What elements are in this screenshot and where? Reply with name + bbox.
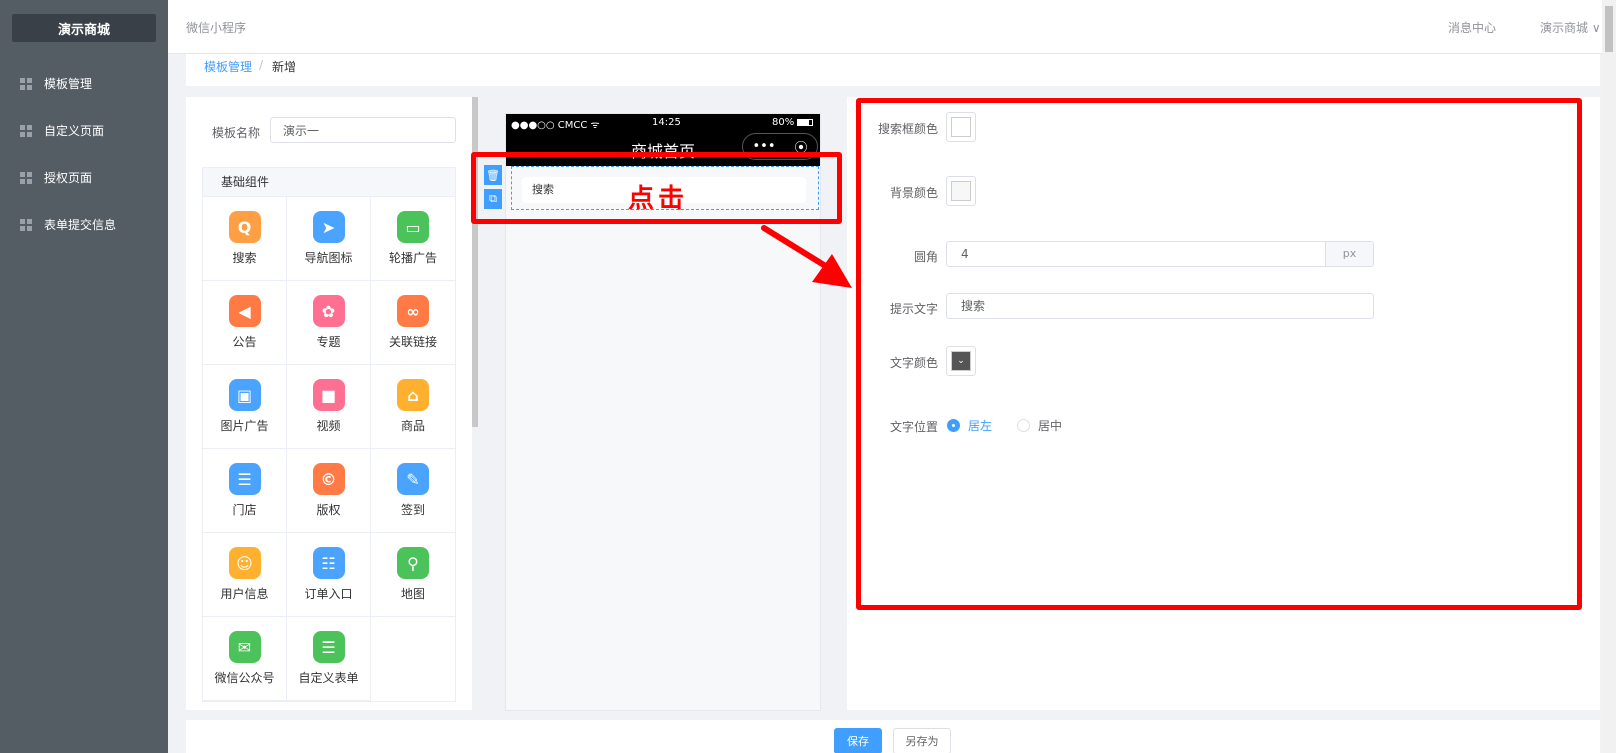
sidebar: 演示商城 模板管理 自定义页面 授权页面 表单提交信息 [0, 0, 168, 753]
component-wechat[interactable]: ✉ 微信公众号 [203, 617, 287, 701]
component-announcement[interactable]: ◀ 公告 [203, 281, 287, 365]
component-store[interactable]: ☰ 门店 [203, 449, 287, 533]
component-label: 地图 [400, 587, 425, 601]
carousel-icon: ▭ [397, 211, 429, 243]
component-label: 门店 [232, 503, 257, 517]
component-label: 视频 [316, 419, 341, 433]
component-grid: Q 搜索 ➤ 导航图标 ▭ 轮播广告 ◀ 公告 ✿ 专题 ∞ 关联链接 ▣ 图片广告 ■ 视频 ⌂ 商品 ☰ 门店 © 版… [203, 197, 455, 701]
component-image-ad[interactable]: ▣ 图片广告 [203, 365, 287, 449]
logo: 演示商城 [12, 14, 156, 42]
annotation-highlight-properties [856, 98, 1582, 610]
image-ad-icon: ▣ [228, 379, 261, 411]
component-topic[interactable]: ✿ 专题 [287, 281, 371, 365]
component-order[interactable]: ☷ 订单入口 [287, 533, 371, 617]
component-label: 关联链接 [388, 335, 437, 349]
search-icon: Q [228, 211, 261, 243]
annotation-arrow-icon [761, 225, 852, 288]
component-label: 轮播广告 [388, 251, 437, 265]
wechat-icon: ✉ [228, 631, 261, 663]
custom-form-icon: ☰ [312, 631, 345, 663]
battery-icon [797, 119, 814, 126]
sidebar-menu: 模板管理 自定义页面 授权页面 表单提交信息 [0, 60, 168, 248]
template-name-label: 模板名称 [212, 126, 261, 140]
user-info-icon: ☺ [228, 547, 261, 579]
component-carousel[interactable]: ▭ 轮播广告 [371, 197, 455, 281]
template-name-input[interactable] [270, 117, 456, 143]
component-label: 搜索 [232, 251, 257, 265]
component-label: 签到 [400, 503, 425, 517]
navigation-icon: ➤ [312, 211, 345, 243]
panel-scrollbar[interactable] [472, 97, 478, 427]
component-label: 图片广告 [220, 419, 269, 433]
sidebar-item-form-submissions[interactable]: 表单提交信息 [0, 201, 168, 248]
clock-text: 14:25 [652, 117, 681, 128]
grid-icon [20, 124, 32, 137]
user-menu-dropdown[interactable]: 演示商城 ∨ [1540, 19, 1601, 36]
component-label: 自定义表单 [298, 671, 359, 685]
component-group: 基础组件 Q 搜索 ➤ 导航图标 ▭ 轮播广告 ◀ 公告 ✿ 专题 ∞ 关联链接 ▣ 图片广告 ■ 视频 ⌂ 商品… [202, 167, 456, 702]
breadcrumb: 模板管理 / 新增 [186, 54, 1600, 86]
message-center-link[interactable]: 消息中心 [1448, 19, 1496, 36]
component-label: 导航图标 [304, 251, 353, 265]
annotation-click-label: 点击 [628, 184, 689, 214]
component-label: 公告 [232, 335, 257, 349]
save-button[interactable]: 保存 [834, 728, 882, 753]
save-as-button[interactable]: 另存为 [893, 728, 951, 753]
breadcrumb-template-manage[interactable]: 模板管理 [204, 58, 252, 75]
component-label: 用户信息 [220, 587, 269, 601]
component-goods[interactable]: ⌂ 商品 [371, 365, 455, 449]
component-map[interactable]: ⚲ 地图 [371, 533, 455, 617]
map-icon: ⚲ [397, 547, 429, 579]
component-user-info[interactable]: ☺ 用户信息 [203, 533, 287, 617]
component-label: 订单入口 [304, 587, 353, 601]
component-group-title: 基础组件 [203, 168, 455, 197]
link-icon: ∞ [397, 295, 429, 327]
page-scrollbar[interactable] [1602, 0, 1616, 753]
battery-indicator: 80% [772, 117, 814, 128]
component-label: 微信公众号 [214, 671, 275, 685]
sidebar-item-template-manage[interactable]: 模板管理 [0, 60, 168, 107]
sidebar-item-label: 模板管理 [44, 77, 93, 91]
breadcrumb-current: 新增 [272, 60, 297, 74]
signin-icon: ✎ [397, 463, 429, 495]
sidebar-item-label: 表单提交信息 [44, 218, 117, 232]
component-signin[interactable]: ✎ 签到 [371, 449, 455, 533]
announcement-icon: ◀ [228, 295, 261, 327]
component-navigation[interactable]: ➤ 导航图标 [287, 197, 371, 281]
component-video[interactable]: ■ 视频 [287, 365, 371, 449]
grid-icon [20, 218, 32, 231]
sidebar-item-custom-page[interactable]: 自定义页面 [0, 107, 168, 154]
sidebar-item-auth-page[interactable]: 授权页面 [0, 154, 168, 201]
battery-text: 80% [772, 117, 795, 128]
order-icon: ☷ [312, 547, 345, 579]
copyright-icon: © [312, 463, 345, 495]
component-panel: 模板名称 基础组件 Q 搜索 ➤ 导航图标 ▭ 轮播广告 ◀ 公告 ✿ 专题 ∞ 关联链接 ▣ 图片广告 ■… [186, 97, 472, 710]
app-title: 微信小程序 [186, 21, 247, 35]
component-copyright[interactable]: © 版权 [287, 449, 371, 533]
store-icon: ☰ [228, 463, 261, 495]
component-label: 商品 [400, 419, 425, 433]
component-label: 版权 [316, 503, 341, 517]
goods-icon: ⌂ [397, 379, 429, 411]
component-link[interactable]: ∞ 关联链接 [371, 281, 455, 365]
sidebar-item-label: 授权页面 [44, 171, 93, 185]
video-icon: ■ [312, 379, 345, 411]
carrier-text: ●●●○○ CMCC ᯤ [511, 120, 600, 131]
grid-icon [20, 77, 32, 90]
top-header: 微信小程序 消息中心 演示商城 ∨ [168, 0, 1616, 54]
sidebar-item-label: 自定义页面 [44, 124, 105, 138]
component-custom-form[interactable]: ☰ 自定义表单 [287, 617, 371, 701]
component-search[interactable]: Q 搜索 [203, 197, 287, 281]
component-label: 专题 [316, 335, 341, 349]
breadcrumb-separator: / [259, 58, 264, 72]
grid-icon [20, 171, 32, 184]
topic-icon: ✿ [312, 295, 345, 327]
